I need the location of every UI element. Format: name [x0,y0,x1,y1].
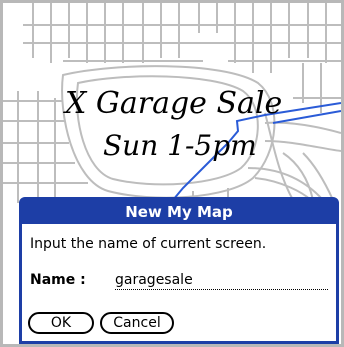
handwriting-line-1: X Garage Sale [63,86,282,121]
handwritten-note: X Garage Sale Sun 1-5pm [63,86,282,162]
name-label: Name : [30,272,86,288]
dialog-title: New My Map [22,200,336,224]
name-input[interactable] [115,271,328,290]
new-my-map-dialog: New My Map Input the name of current scr… [19,197,339,344]
cancel-button[interactable]: Cancel [100,312,174,334]
dialog-prompt: Input the name of current screen. [30,236,267,252]
ok-button[interactable]: OK [28,312,94,334]
name-row: Name : [30,271,328,290]
handwriting-line-2: Sun 1-5pm [103,129,257,162]
